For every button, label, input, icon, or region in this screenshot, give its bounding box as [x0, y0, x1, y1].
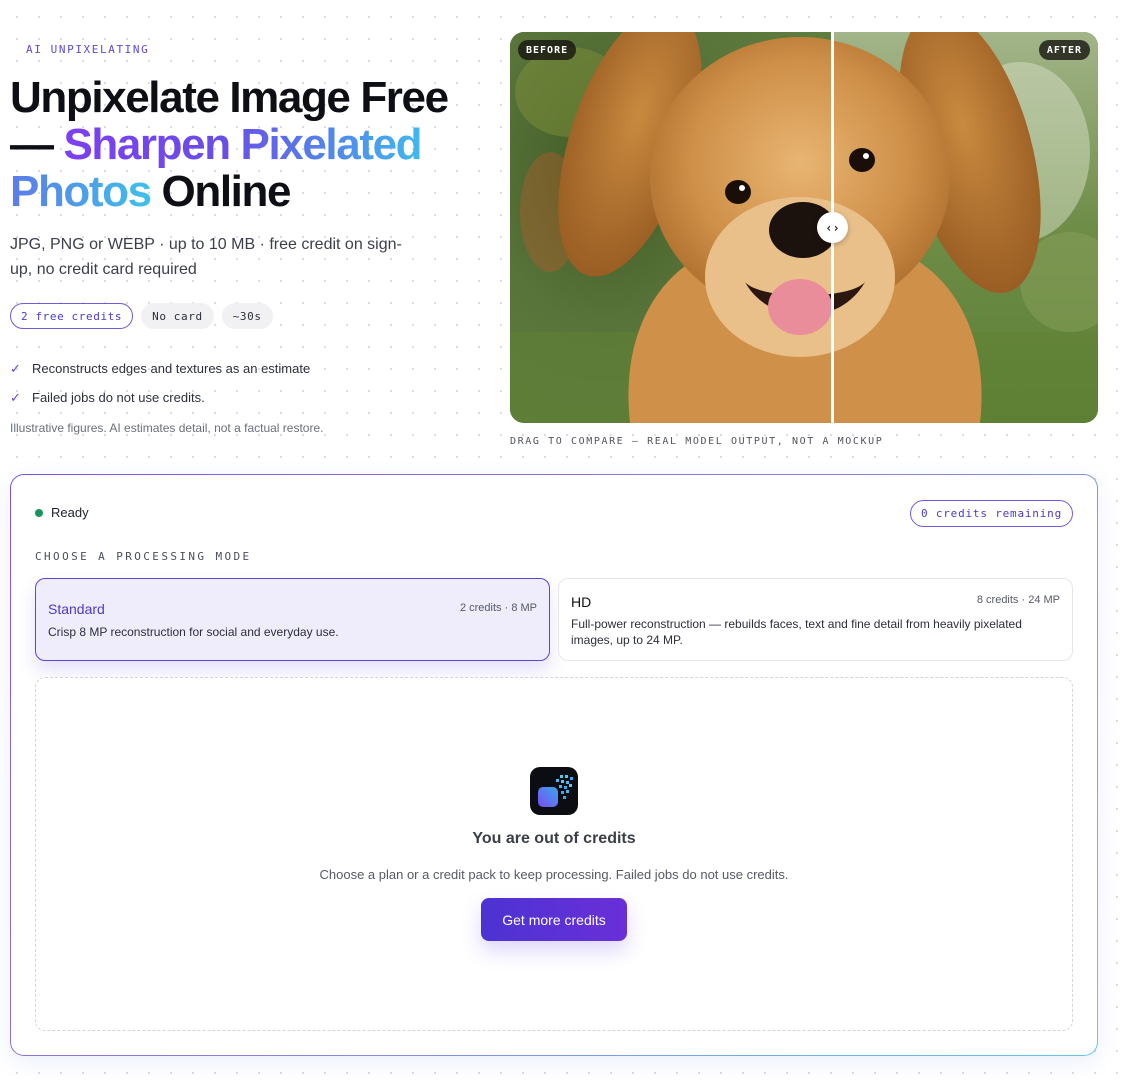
mode-standard-card[interactable]: Standard 2 credits · 8 MP Crisp 8 MP rec… — [35, 578, 550, 661]
check-item-label: Reconstructs edges and textures as an es… — [32, 361, 311, 376]
mode-description: Crisp 8 MP reconstruction for social and… — [48, 625, 339, 639]
compare-caption: DRAG TO COMPARE — REAL MODEL OUTPUT, NOT… — [510, 436, 884, 447]
before-badge: BEFORE — [518, 40, 577, 60]
feature-pills: 2 free credits No card ~30s — [10, 303, 273, 329]
title-line-1: Unpixelate Image Free — [10, 73, 449, 122]
status-dot-icon — [35, 508, 43, 517]
processing-panel: Ready 0 credits remaining CHOOSE A PROCE… — [10, 474, 1098, 1056]
check-icon: ✓ — [10, 389, 21, 405]
mode-meta: 2 credits · 8 MP — [459, 602, 537, 614]
no-card-pill: No card — [141, 303, 214, 329]
mode-name: Standard — [48, 601, 105, 617]
mode-heading: CHOOSE A PROCESSING MODE — [35, 550, 252, 563]
mode-hd-card[interactable]: HD 8 credits · 24 MP Full-power reconstr… — [558, 578, 1073, 661]
hero-section: AI UNPIXELATING Unpixelate Image Free — S… — [0, 0, 1126, 470]
feature-checklist: ✓ Reconstructs edges and textures as an … — [10, 354, 310, 412]
upload-dropzone[interactable]: You are out of credits Choose a plan or … — [35, 677, 1073, 1031]
hero-subtitle: JPG, PNG or WEBP · up to 10 MB · free cr… — [10, 236, 402, 278]
time-pill: ~30s — [221, 303, 273, 329]
before-after-slider[interactable]: BEFORE AFTER ‹› — [510, 32, 1098, 423]
mode-name: HD — [571, 594, 592, 610]
eyebrow-label: AI UNPIXELATING — [26, 43, 150, 56]
check-item-label: Failed jobs do not use credits. — [32, 390, 205, 405]
empty-state-title: You are out of credits — [472, 830, 636, 847]
mode-meta: 8 credits · 24 MP — [976, 594, 1060, 606]
check-icon: ✓ — [10, 360, 21, 376]
empty-state-description: Choose a plan or a credit pack to keep p… — [319, 867, 789, 882]
status-label: Ready — [51, 505, 89, 520]
disclaimer-text: Illustrative figures. AI estimates detai… — [10, 421, 324, 435]
credits-remaining-badge: 0 credits remaining — [909, 500, 1073, 527]
title-dash: — — [10, 120, 64, 169]
title-end: Online — [150, 167, 292, 216]
free-credits-pill: 2 free credits — [10, 303, 134, 329]
puppy-photo — [510, 32, 1098, 423]
title-highlight-2: Photos — [10, 167, 152, 216]
processing-panel-inner: Ready 0 credits remaining CHOOSE A PROCE… — [11, 475, 1097, 1055]
after-badge: AFTER — [1038, 40, 1090, 60]
title-highlight: Sharpen Pixelated — [63, 120, 422, 169]
slider-handle-icon[interactable]: ‹› — [817, 212, 848, 243]
check-item: ✓ Reconstructs edges and textures as an … — [10, 354, 310, 383]
status-indicator: Ready — [35, 505, 89, 520]
check-item: ✓ Failed jobs do not use credits. — [10, 383, 310, 412]
page-title: Unpixelate Image Free — Sharpen Pixelated… — [10, 74, 480, 215]
mode-description: Full-power reconstruction — rebuilds fac… — [571, 617, 1022, 647]
unpixelate-logo-icon — [530, 767, 578, 815]
get-more-credits-button[interactable]: Get more credits — [481, 898, 627, 941]
